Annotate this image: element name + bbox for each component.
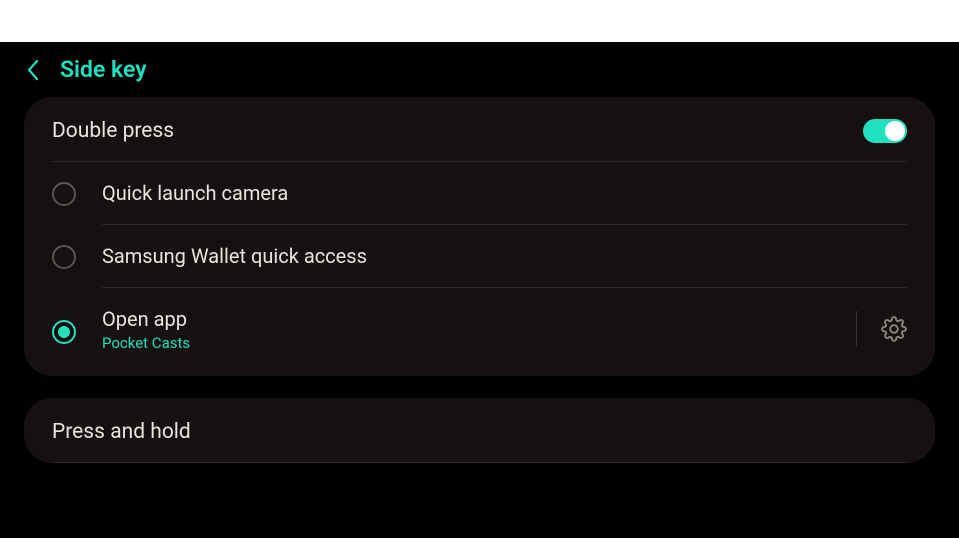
option-samsung-wallet[interactable]: Samsung Wallet quick access: [52, 225, 907, 288]
vertical-divider: [856, 311, 857, 347]
option-label: Open app: [102, 306, 190, 332]
option-open-app[interactable]: Open app Pocket Casts: [52, 288, 907, 376]
press-and-hold-title: Press and hold: [52, 420, 191, 444]
double-press-title: Double press: [52, 119, 174, 143]
open-app-settings-section: [856, 311, 907, 347]
option-label: Samsung Wallet quick access: [102, 243, 367, 269]
double-press-toggle[interactable]: [863, 119, 907, 143]
back-icon[interactable]: [26, 59, 40, 81]
press-and-hold-header[interactable]: Press and hold: [52, 398, 907, 463]
option-quick-launch-camera[interactable]: Quick launch camera: [52, 162, 907, 225]
toggle-thumb: [885, 121, 905, 141]
radio-unselected-icon: [52, 182, 76, 206]
press-and-hold-card: Press and hold: [24, 398, 935, 463]
page-title: Side key: [60, 56, 147, 83]
header: Side key: [0, 42, 959, 97]
option-label: Quick launch camera: [102, 180, 288, 206]
radio-selected-icon: [52, 320, 76, 344]
radio-dot: [58, 326, 70, 338]
option-sublabel: Pocket Casts: [102, 334, 190, 352]
double-press-header[interactable]: Double press: [52, 97, 907, 162]
radio-unselected-icon: [52, 245, 76, 269]
top-gap: [0, 0, 959, 42]
gear-icon[interactable]: [881, 316, 907, 342]
double-press-card: Double press Quick launch camera Samsung…: [24, 97, 935, 376]
